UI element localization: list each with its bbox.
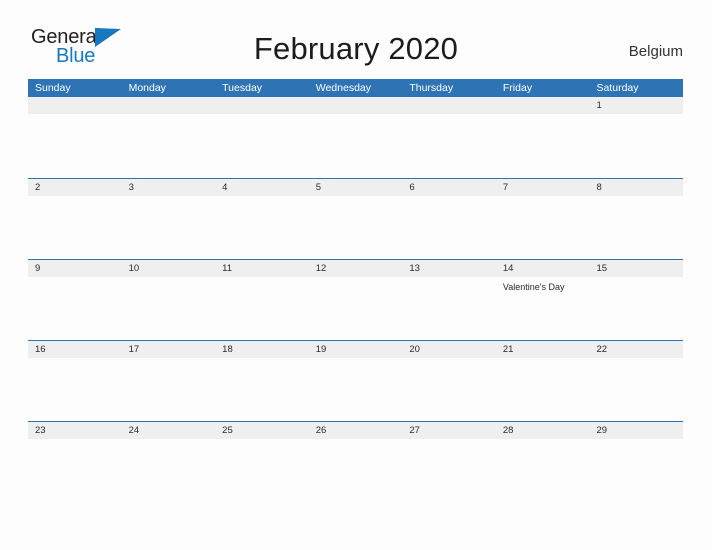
day-cell-18[interactable]: 18 bbox=[215, 341, 309, 421]
holiday-label: Valentine's Day bbox=[502, 282, 565, 292]
day-number: 3 bbox=[128, 182, 134, 193]
weekday-header-sunday: Sunday bbox=[35, 82, 71, 94]
day-number: 2 bbox=[35, 182, 41, 193]
day-cell-7[interactable]: 7 bbox=[496, 179, 590, 259]
day-cell-11[interactable]: 11 bbox=[215, 260, 309, 340]
calendar-weekday-header: Sunday Monday Tuesday Wednesday Thursday… bbox=[28, 79, 683, 97]
day-number: 28 bbox=[502, 425, 514, 436]
country-label: Belgium bbox=[628, 43, 683, 60]
day-cell-empty-friday bbox=[496, 97, 590, 178]
day-cell-empty-monday bbox=[122, 97, 216, 178]
day-cell-23[interactable]: 23 bbox=[28, 422, 122, 502]
week-cells: 2 3 4 5 6 7 8 bbox=[28, 179, 683, 259]
day-cell-24[interactable]: 24 bbox=[122, 422, 216, 502]
day-cell-13[interactable]: 13 bbox=[402, 260, 496, 340]
day-cell-empty-tuesday bbox=[215, 97, 309, 178]
day-number: 11 bbox=[222, 263, 233, 274]
day-cell-6[interactable]: 6 bbox=[402, 179, 496, 259]
week-cells: 16 17 18 19 20 21 22 bbox=[28, 341, 683, 421]
day-cell-14[interactable]: 14 Valentine's Day bbox=[496, 260, 590, 340]
day-cell-22[interactable]: 22 bbox=[589, 341, 683, 421]
day-cell-25[interactable]: 25 bbox=[215, 422, 309, 502]
day-cell-empty-thursday bbox=[402, 97, 496, 178]
day-number: 8 bbox=[596, 182, 602, 193]
day-cell-27[interactable]: 27 bbox=[402, 422, 496, 502]
day-number: 26 bbox=[315, 425, 327, 436]
day-cell-4[interactable]: 4 bbox=[215, 179, 309, 259]
day-cell-28[interactable]: 28 bbox=[496, 422, 590, 502]
page-title: February 2020 bbox=[253, 31, 459, 66]
day-cell-3[interactable]: 3 bbox=[122, 179, 216, 259]
day-cell-17[interactable]: 17 bbox=[122, 341, 216, 421]
day-number: 24 bbox=[128, 425, 140, 436]
week-cells: 9 10 11 12 13 14 Valentine's Day 15 bbox=[28, 260, 683, 340]
day-number: 29 bbox=[596, 425, 608, 436]
day-number: 23 bbox=[35, 425, 46, 436]
weekday-header-friday: Friday bbox=[502, 82, 533, 94]
day-number: 16 bbox=[35, 344, 46, 355]
weekday-header-tuesday: Tuesday bbox=[222, 82, 263, 94]
calendar-week-row: 16 17 18 19 20 21 22 bbox=[28, 340, 683, 421]
day-cell-8[interactable]: 8 bbox=[589, 179, 683, 259]
day-number: 15 bbox=[596, 263, 608, 274]
day-cell-10[interactable]: 10 bbox=[122, 260, 216, 340]
day-number: 12 bbox=[315, 263, 327, 274]
day-number: 7 bbox=[502, 182, 509, 193]
calendar-grid: Sunday Monday Tuesday Wednesday Thursday… bbox=[28, 79, 683, 502]
day-number: 20 bbox=[409, 344, 420, 355]
day-number: 21 bbox=[502, 344, 514, 355]
day-number: 1 bbox=[596, 100, 602, 111]
day-cell-empty-wednesday bbox=[309, 97, 403, 178]
day-cell-12[interactable]: 12 bbox=[309, 260, 403, 340]
day-cell-2[interactable]: 2 bbox=[28, 179, 122, 259]
day-cell-empty-sunday bbox=[28, 97, 122, 178]
page-header: General Blue February 2020 Belgium bbox=[0, 0, 712, 78]
calendar-week-row: 23 24 25 26 27 28 29 bbox=[28, 421, 683, 502]
day-number: 25 bbox=[222, 425, 233, 436]
day-cell-29[interactable]: 29 bbox=[589, 422, 683, 502]
day-number: 9 bbox=[35, 263, 41, 274]
week-cells: 1 bbox=[28, 97, 683, 178]
day-number: 19 bbox=[315, 344, 327, 355]
day-cell-26[interactable]: 26 bbox=[309, 422, 403, 502]
day-cell-5[interactable]: 5 bbox=[309, 179, 403, 259]
weekday-header-wednesday: Wednesday bbox=[315, 82, 371, 94]
calendar-weeks: 1 2 3 4 5 6 7 8 9 10 11 12 13 14 Valentine's Day 15 16 17… bbox=[28, 97, 683, 502]
weekday-header-monday: Monday bbox=[128, 82, 166, 94]
day-number: 14 bbox=[502, 263, 514, 274]
day-number: 5 bbox=[315, 182, 322, 193]
day-cell-15[interactable]: 15 bbox=[589, 260, 683, 340]
calendar-week-row: 1 bbox=[28, 97, 683, 178]
day-number: 4 bbox=[222, 182, 228, 193]
day-number: 6 bbox=[409, 182, 415, 193]
weekday-header-saturday: Saturday bbox=[596, 82, 639, 94]
day-events: Valentine's Day bbox=[503, 277, 590, 293]
weekday-header-thursday: Thursday bbox=[409, 82, 454, 94]
day-number: 27 bbox=[409, 425, 420, 436]
calendar-week-row: 9 10 11 12 13 14 Valentine's Day 15 bbox=[28, 259, 683, 340]
day-cell-1[interactable]: 1 bbox=[589, 97, 683, 178]
day-number: 17 bbox=[128, 344, 140, 355]
day-cell-20[interactable]: 20 bbox=[402, 341, 496, 421]
day-number: 13 bbox=[409, 263, 420, 274]
day-cell-9[interactable]: 9 bbox=[28, 260, 122, 340]
day-cell-19[interactable]: 19 bbox=[309, 341, 403, 421]
day-number: 18 bbox=[222, 344, 233, 355]
week-cells: 23 24 25 26 27 28 29 bbox=[28, 422, 683, 502]
day-number: 10 bbox=[128, 263, 140, 274]
calendar-week-row: 2 3 4 5 6 7 8 bbox=[28, 178, 683, 259]
day-cell-16[interactable]: 16 bbox=[28, 341, 122, 421]
day-number: 22 bbox=[596, 344, 608, 355]
day-cell-21[interactable]: 21 bbox=[496, 341, 590, 421]
